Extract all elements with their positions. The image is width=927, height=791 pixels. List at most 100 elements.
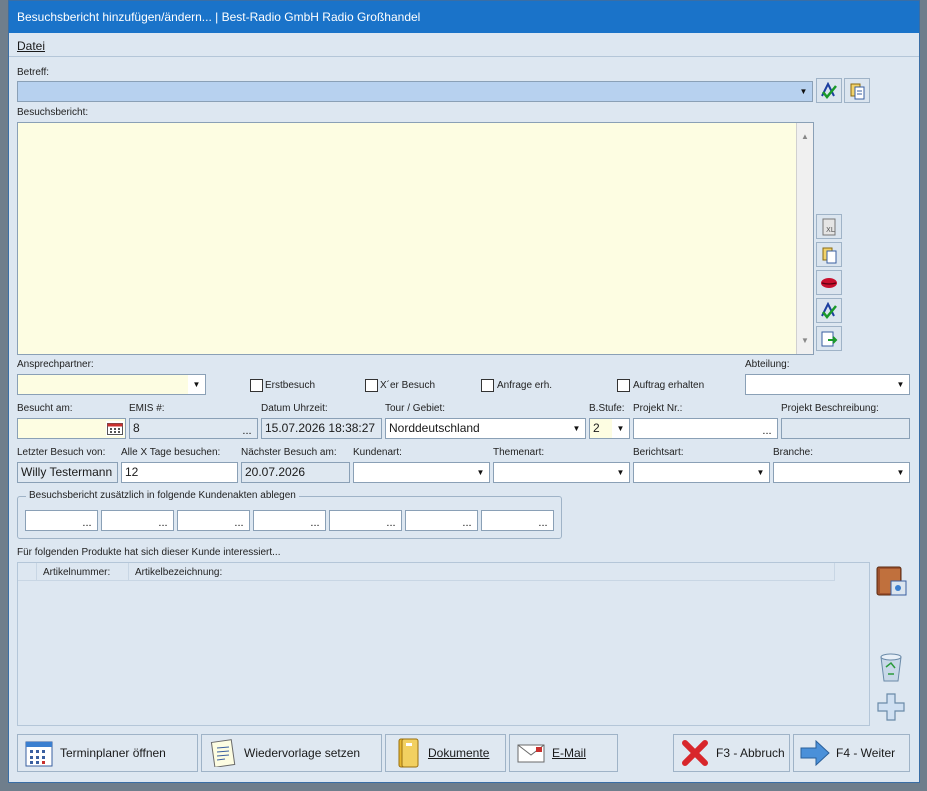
chevron-down-icon[interactable]: ▼ xyxy=(568,419,585,438)
betreff-combo[interactable]: ▼ xyxy=(17,81,813,102)
tage-field[interactable]: 12 xyxy=(121,462,238,483)
kundenakte-ellipsis-4[interactable]: ... xyxy=(305,511,325,530)
kundenakte-ellipsis-7[interactable]: ... xyxy=(533,511,553,530)
email-button[interactable]: E-Mail xyxy=(509,734,618,772)
notepad-icon xyxy=(208,738,238,768)
auftrag-label: Auftrag erhalten xyxy=(633,380,705,391)
kundenakten-legend: Besuchsbericht zusätzlich in folgende Ku… xyxy=(26,490,299,501)
insert-text-button[interactable] xyxy=(816,326,842,351)
kundenakte-field-2[interactable]: ... xyxy=(101,510,174,531)
document-arrow-icon xyxy=(821,331,838,346)
weiter-button[interactable]: F4 - Weiter xyxy=(793,734,910,772)
besucht-am-label: Besucht am: xyxy=(17,403,73,414)
plus-icon xyxy=(877,693,905,721)
column-artikelnummer[interactable]: Artikelnummer: xyxy=(43,567,110,578)
kundenart-label: Kundenart: xyxy=(353,447,402,458)
clipboard-icon xyxy=(822,247,837,263)
bstufe-combo[interactable]: 2 ▼ xyxy=(589,418,630,439)
naechster-field: 20.07.2026 xyxy=(241,462,350,483)
kundenakte-field-6[interactable]: ... xyxy=(405,510,478,531)
svg-text:XL: XL xyxy=(826,226,835,234)
ansprechpartner-label: Ansprechpartner: xyxy=(17,359,94,370)
tour-combo[interactable]: Norddeutschland ▼ xyxy=(385,418,586,439)
berichtsart-combo[interactable]: ▼ xyxy=(633,462,770,483)
letzter-field: Willy Testermann xyxy=(17,462,118,483)
wiedervorlage-button[interactable]: Wiedervorlage setzen xyxy=(201,734,382,772)
kundenakte-ellipsis-2[interactable]: ... xyxy=(153,511,173,530)
chevron-down-icon[interactable]: ▼ xyxy=(472,463,489,482)
themenart-combo[interactable]: ▼ xyxy=(493,462,630,483)
window-title: Besuchsbericht hinzufügen/ändern... | Be… xyxy=(17,10,421,24)
letzter-value: Willy Testermann xyxy=(21,465,113,479)
projekt-ellipsis-button[interactable]: ... xyxy=(757,419,777,438)
column-artikelbezeichnung[interactable]: Artikelbezeichnung: xyxy=(135,567,222,578)
calendar-button[interactable] xyxy=(106,421,124,436)
chevron-down-icon[interactable]: ▼ xyxy=(892,463,909,482)
betreff-label: Betreff: xyxy=(17,67,50,78)
excel-icon: XL xyxy=(822,218,836,235)
kundenakte-ellipsis-1[interactable]: ... xyxy=(77,511,97,530)
produkte-add-button[interactable] xyxy=(874,690,908,724)
spellcheck-bericht-button[interactable] xyxy=(816,298,842,323)
besucht-am-date[interactable] xyxy=(17,418,126,439)
terminplaner-button[interactable]: Terminplaner öffnen xyxy=(17,734,198,772)
kundenakte-ellipsis-3[interactable]: ... xyxy=(229,511,249,530)
branche-combo[interactable]: ▼ xyxy=(773,462,910,483)
produkte-book-button[interactable] xyxy=(874,564,908,598)
scroll-down-icon[interactable]: ▼ xyxy=(801,331,809,350)
abbruch-button[interactable]: F3 - Abbruch xyxy=(673,734,790,772)
scroll-up-icon[interactable]: ▲ xyxy=(801,127,809,146)
kundenakte-ellipsis-6[interactable]: ... xyxy=(457,511,477,530)
emis-field[interactable]: 8 ... xyxy=(129,418,258,439)
anfrage-label: Anfrage erh. xyxy=(497,380,553,391)
weiter-label: F4 - Weiter xyxy=(836,746,896,760)
chevron-down-icon[interactable]: ▼ xyxy=(612,463,629,482)
menu-datei[interactable]: Datei xyxy=(17,39,45,53)
anfrage-checkbox[interactable] xyxy=(481,379,494,392)
dokumente-button[interactable]: Dokumente xyxy=(385,734,506,772)
chevron-down-icon[interactable]: ▼ xyxy=(892,375,909,394)
kundenart-combo[interactable]: ▼ xyxy=(353,462,490,483)
lips-icon xyxy=(821,277,837,288)
emis-ellipsis-button[interactable]: ... xyxy=(237,419,257,438)
kundenakte-field-4[interactable]: ... xyxy=(253,510,326,531)
kundenakte-field-7[interactable]: ... xyxy=(481,510,554,531)
chevron-down-icon[interactable]: ▼ xyxy=(752,463,769,482)
themenart-label: Themenart: xyxy=(493,447,545,458)
calendar-icon xyxy=(107,422,123,435)
erstbesuch-label: Erstbesuch xyxy=(265,380,316,391)
auftrag-checkbox[interactable] xyxy=(617,379,630,392)
emis-value: 8 xyxy=(133,421,140,435)
textblock-button[interactable] xyxy=(844,78,870,103)
erstbesuch-checkbox[interactable] xyxy=(250,379,263,392)
kundenakte-ellipsis-5[interactable]: ... xyxy=(381,511,401,530)
produkte-delete-button[interactable] xyxy=(874,650,908,684)
dokumente-label: Dokumente xyxy=(428,746,490,760)
xter-besuch-label: X´er Besuch xyxy=(380,380,436,391)
clipboard-icon xyxy=(850,83,865,99)
excel-export-button[interactable]: XL xyxy=(816,214,842,239)
abteilung-combo[interactable]: ▼ xyxy=(745,374,910,395)
chevron-down-icon[interactable]: ▼ xyxy=(795,82,812,101)
spellcheck-button[interactable] xyxy=(816,78,842,103)
kundenakte-field-3[interactable]: ... xyxy=(177,510,250,531)
kundenakte-field-5[interactable]: ... xyxy=(329,510,402,531)
xter-besuch-checkbox[interactable] xyxy=(365,379,378,392)
wiedervorlage-label: Wiedervorlage setzen xyxy=(244,746,361,760)
projekt-beschr-label: Projekt Beschreibung: xyxy=(781,403,879,414)
projekt-nr-field[interactable]: ... xyxy=(633,418,778,439)
kundenakte-field-1[interactable]: ... xyxy=(25,510,98,531)
envelope-icon xyxy=(516,738,546,768)
speak-button[interactable] xyxy=(816,270,842,295)
chevron-down-icon[interactable]: ▼ xyxy=(188,375,205,394)
paste-button[interactable] xyxy=(816,242,842,267)
projekt-nr-label: Projekt Nr.: xyxy=(633,403,683,414)
calendar-icon xyxy=(24,738,54,768)
bericht-textarea[interactable]: ▲ ▼ xyxy=(17,122,814,355)
chevron-down-icon[interactable]: ▼ xyxy=(612,419,629,438)
tage-label: Alle X Tage besuchen: xyxy=(121,447,221,458)
bericht-scrollbar[interactable]: ▲ ▼ xyxy=(796,123,813,354)
produkte-grid[interactable]: Artikelnummer: Artikelbezeichnung: xyxy=(17,562,870,726)
branche-label: Branche: xyxy=(773,447,814,458)
ansprechpartner-combo[interactable]: ▼ xyxy=(17,374,206,395)
